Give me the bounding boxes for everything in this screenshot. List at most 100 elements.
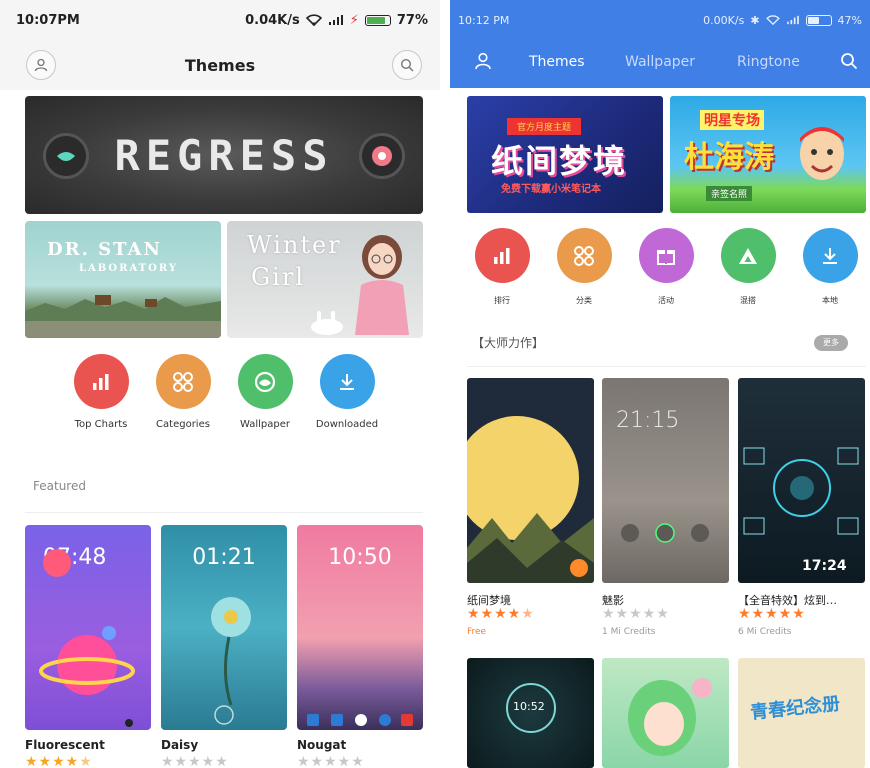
dock-icons xyxy=(307,714,413,726)
thumb-clock: 17:24 xyxy=(802,558,847,574)
category-downloaded[interactable]: Downloaded xyxy=(307,354,387,430)
star-rating: ★★★★★ xyxy=(297,754,365,768)
search-icon[interactable] xyxy=(840,52,858,70)
net-speed: 0.04K/s xyxy=(245,12,300,28)
net-speed: 0.00K/s xyxy=(703,13,745,27)
banner-ribbon: 官方月度主题 xyxy=(507,118,582,135)
category-label: 排行 xyxy=(494,296,510,305)
triangle-icon xyxy=(720,228,776,283)
charging-icon: ⚡ xyxy=(349,12,359,28)
category-events[interactable]: 活动 xyxy=(636,228,696,306)
status-time: 10:12 PM xyxy=(458,13,510,27)
divider xyxy=(25,512,423,513)
divider xyxy=(467,366,866,367)
section-title: Featured xyxy=(33,479,86,493)
phone-icon xyxy=(43,133,89,179)
tab-themes[interactable]: Themes xyxy=(529,54,585,70)
price-label: Free xyxy=(467,627,487,637)
star-rating: ★★★★★ xyxy=(602,606,670,622)
category-classify[interactable]: 分类 xyxy=(554,228,614,306)
search-button[interactable] xyxy=(392,50,422,80)
gift-icon xyxy=(638,228,694,283)
bluetooth-icon: ✱ xyxy=(750,13,760,27)
anime-girl-illustration xyxy=(628,678,712,756)
cartoon-face-illustration xyxy=(800,127,844,180)
download-icon xyxy=(319,354,375,409)
bunny-illustration xyxy=(311,311,343,335)
theme-tile-dr-stan[interactable]: DR. STAN LABORATORY xyxy=(25,221,221,338)
promo-banner-paper-dream[interactable]: 官方月度主题 纸间梦境 免费下载赢小米笔记本 xyxy=(467,96,663,213)
top-bar: Themes xyxy=(0,40,440,90)
user-icon xyxy=(34,58,48,72)
banner-title: 纸间梦境 xyxy=(491,142,628,180)
grid-icon xyxy=(556,228,612,283)
theme-thumb-anime-girl[interactable] xyxy=(602,658,729,768)
theme-card-daisy[interactable]: 01:21 xyxy=(161,525,287,730)
banner-subtitle: 亲签名照 xyxy=(706,186,753,201)
more-button[interactable]: 更多 xyxy=(814,335,848,351)
theme-card-nougat[interactable]: 10:50 xyxy=(297,525,423,730)
hero-banner[interactable]: REGRESS xyxy=(25,96,423,214)
status-bar: 10:07PM 0.04K/s ⚡ 77% xyxy=(0,0,440,40)
card-title: Daisy xyxy=(161,738,199,752)
tab-wallpaper[interactable]: Wallpaper xyxy=(625,54,695,70)
card-title: Nougat xyxy=(297,738,347,752)
star-rating: ★★★★★ xyxy=(161,754,229,768)
right-screen: 10:12 PM 0.00K/s ✱ 47% Themes Wallpaper … xyxy=(450,0,870,768)
signal-icon xyxy=(328,15,343,25)
tile-title: Winter xyxy=(247,231,342,259)
category-label: 本地 xyxy=(822,296,838,305)
theme-thumb-youth-album[interactable]: 青春纪念册 xyxy=(738,658,865,768)
category-label: Downloaded xyxy=(315,419,379,430)
promo-banner-celebrity[interactable]: 明星专场 杜海涛 亲签名照 xyxy=(670,96,866,213)
left-screen: 10:07PM 0.04K/s ⚡ 77% Themes REGRESS DR.… xyxy=(0,0,440,768)
top-nav: Themes Wallpaper Ringtone xyxy=(450,40,870,88)
category-label: Categories xyxy=(156,419,210,430)
category-row: Top Charts Categories Wallpaper Download… xyxy=(0,348,440,438)
theme-thumb-paper-dream[interactable] xyxy=(467,378,594,583)
theme-thumb-phantom[interactable]: 21:15 xyxy=(602,378,729,583)
category-row: 排行 分类 活动 混搭 本地 xyxy=(450,228,870,308)
user-icon[interactable] xyxy=(474,52,492,70)
price-label: 6 Mi Credits xyxy=(738,627,792,637)
download-icon xyxy=(802,228,858,283)
category-mix[interactable]: 混搭 xyxy=(718,228,778,306)
star-rating: ★★★★★ xyxy=(25,754,93,768)
category-top-charts[interactable]: Top Charts xyxy=(61,354,141,430)
category-label: 混搭 xyxy=(740,296,756,305)
hero-title: REGRESS xyxy=(114,130,334,180)
theme-tile-winter-girl[interactable]: Winter Girl xyxy=(227,221,423,338)
star-rating: ★★★★★ xyxy=(467,606,535,622)
theme-card-fluorescent[interactable]: 07:48 xyxy=(25,525,151,730)
profile-button[interactable] xyxy=(26,50,56,80)
category-label: 活动 xyxy=(658,296,674,305)
battery-icon xyxy=(364,14,391,26)
card-clock: 10:50 xyxy=(328,545,392,570)
category-categories[interactable]: Categories xyxy=(143,354,223,430)
landscape-illustration xyxy=(25,295,221,338)
banner-title: 杜海涛 xyxy=(684,140,774,175)
moon-illustration xyxy=(467,378,594,583)
lockscreen-buttons xyxy=(621,523,709,543)
tab-ringtone[interactable]: Ringtone xyxy=(737,54,800,70)
daisy-illustration xyxy=(211,597,251,725)
bar-chart-icon xyxy=(474,228,530,283)
card-title: Fluorescent xyxy=(25,738,105,752)
status-time: 10:07PM xyxy=(16,12,80,28)
theme-thumb-dark-clock[interactable]: 10:52 xyxy=(467,658,594,768)
category-local[interactable]: 本地 xyxy=(800,228,860,306)
thumb-clock: 21:15 xyxy=(616,408,680,433)
bar-chart-icon xyxy=(73,354,129,409)
wallpaper-icon xyxy=(237,354,293,409)
category-wallpaper[interactable]: Wallpaper xyxy=(225,354,305,430)
battery-icon xyxy=(805,14,832,26)
theme-thumb-sound-effects[interactable]: 17:24 xyxy=(738,378,865,583)
wifi-icon xyxy=(305,14,322,26)
banner-subtitle: 免费下载赢小米笔记本 xyxy=(501,184,601,195)
battery-level: 77% xyxy=(396,12,428,28)
category-label: 分类 xyxy=(576,296,592,305)
grid-icon xyxy=(155,354,211,409)
category-label: Wallpaper xyxy=(239,419,291,430)
category-ranking[interactable]: 排行 xyxy=(472,228,532,306)
banner-ribbon: 明星专场 xyxy=(700,110,764,130)
